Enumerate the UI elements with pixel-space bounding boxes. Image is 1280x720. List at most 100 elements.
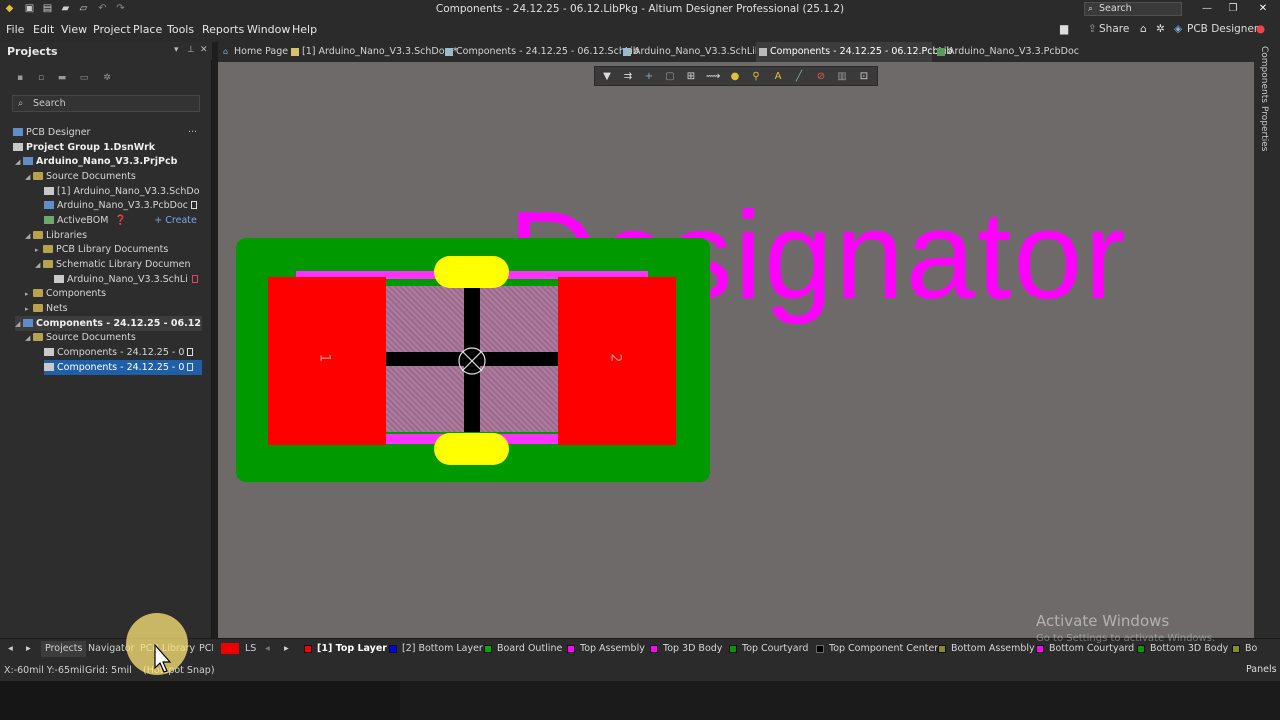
global-search-input[interactable]: ⌕ Search (1084, 2, 1182, 16)
dimension-icon[interactable]: ▥ (835, 70, 849, 83)
tree-item-libraries[interactable]: ◢ Libraries (25, 228, 205, 243)
string-icon[interactable]: A (771, 70, 785, 83)
layer-tab-board-outline[interactable]: Board Outline (484, 643, 562, 655)
panel-tab-pcb[interactable]: PCB (195, 641, 213, 657)
tree-item-workspace[interactable]: PCB Designer ··· (13, 125, 203, 140)
save-project-icon[interactable]: ▪ (14, 73, 26, 83)
layer-set-button[interactable]: LS (245, 642, 256, 656)
current-layer-swatch[interactable] (221, 643, 239, 654)
properties-panel-tab[interactable]: Properties (1259, 106, 1269, 151)
tree-item-activebom[interactable]: ActiveBOM ❓ + Create (44, 213, 204, 228)
3d-body-icon[interactable]: ⊡ (857, 70, 871, 83)
layer-tab-bottom-layer[interactable]: [2] Bottom Layer (389, 643, 483, 655)
pin-icon[interactable]: ⊥ (187, 45, 195, 55)
menu-tools[interactable]: Tools (167, 23, 194, 36)
share-button[interactable]: Share (1099, 23, 1129, 35)
yellow-mark-top[interactable] (434, 256, 509, 288)
tab-comp-schlib[interactable]: Components - 24.12.25 - 06.12.SchLib (442, 42, 639, 62)
collapse-icon[interactable]: ◢ (15, 155, 23, 169)
route-icon[interactable]: ⟿ (706, 70, 720, 83)
pcb-canvas[interactable]: ▼ ⇉ + ▢ ⊞ ⟿ ● ⚲ A ╱ ⊘ ▥ ⊡ Designator 1 2 (218, 62, 1254, 638)
layer-tab-top-assembly[interactable]: Top Assembly (567, 643, 645, 655)
scroll-right-icon[interactable]: ▸ (26, 642, 31, 656)
snap-icon[interactable]: ⇉ (621, 70, 635, 83)
menu-file[interactable]: File (6, 23, 24, 36)
menu-help[interactable]: Help (292, 23, 317, 36)
close-button[interactable]: ✕ (1252, 2, 1274, 16)
tree-item-nets[interactable]: ▸ Nets (25, 301, 205, 316)
menu-view[interactable]: View (61, 23, 87, 36)
tab-arduino-schlib[interactable]: Arduino_Nano_V3.3.SchLib * (620, 42, 769, 62)
expand-icon[interactable]: ▸ (25, 302, 33, 316)
chat-icon[interactable]: ▆ (1060, 23, 1068, 35)
open-icon[interactable]: ▬ (56, 73, 68, 83)
layer-tab-top-layer[interactable]: [1] Top Layer (304, 643, 387, 655)
more-icon[interactable]: ··· (188, 125, 197, 140)
tree-item-libpkg[interactable]: ◢ Components - 24.12.25 - 06.12 (15, 316, 202, 331)
workspace-label[interactable]: PCB Designer (1187, 23, 1258, 35)
layer-tab-overflow[interactable]: Bo (1232, 643, 1258, 655)
panel-close-icon[interactable]: ✕ (200, 45, 208, 55)
minimize-button[interactable]: — (1196, 2, 1218, 16)
keepout-icon[interactable]: ⊘ (814, 70, 828, 83)
collapse-icon[interactable]: ◢ (15, 317, 23, 331)
layer-tab-bottom-courtyard[interactable]: Bottom Courtyard (1036, 643, 1134, 655)
tree-item-source-documents[interactable]: ◢ Source Documents (25, 169, 205, 184)
tree-item-source-documents-2[interactable]: ◢ Source Documents (25, 330, 205, 345)
filter-icon[interactable]: ▼ (600, 70, 614, 83)
panels-button[interactable]: Panels (1246, 664, 1277, 675)
tab-schdoc[interactable]: [1] Arduino_Nano_V3.3.SchDoc * (288, 42, 458, 62)
create-link[interactable]: + Create (154, 215, 197, 226)
layer-tab-bottom-3d-body[interactable]: Bottom 3D Body (1137, 643, 1228, 655)
components-panel-tab[interactable]: Components (1259, 46, 1269, 103)
tree-item-schdoc[interactable]: [1] Arduino_Nano_V3.3.SchDo (44, 184, 204, 199)
menu-project[interactable]: Project (93, 23, 131, 36)
panel-menu-icon[interactable]: ▾ (174, 45, 179, 55)
tab-pcbdoc[interactable]: Arduino_Nano_V3.3.PcbDoc (934, 42, 1079, 62)
home-icon[interactable]: ⌂ (1140, 23, 1147, 35)
tree-item-comp-pcblib[interactable]: Components - 24.12.25 - 0 (44, 360, 202, 375)
yellow-mark-bottom[interactable] (434, 433, 509, 465)
collapse-icon[interactable]: ◢ (35, 258, 43, 272)
menu-window[interactable]: Window (247, 23, 290, 36)
tree-item-pcbdoc[interactable]: Arduino_Nano_V3.3.PcbDoc (44, 198, 204, 213)
panel-tab-projects[interactable]: Projects (41, 641, 87, 657)
via-icon[interactable]: ⚲ (749, 70, 763, 83)
select-rect-icon[interactable]: ▢ (663, 70, 677, 83)
layer-tab-top-3d-body[interactable]: Top 3D Body (650, 643, 722, 655)
tree-item-components[interactable]: ▸ Components (25, 286, 205, 301)
tree-item-schematic-library-documents[interactable]: ◢ Schematic Library Documen (35, 257, 205, 272)
projects-search-input[interactable]: ⌕ Search (12, 95, 200, 112)
collapse-icon[interactable]: ◢ (25, 170, 33, 184)
crosshair-icon[interactable]: + (642, 70, 656, 83)
expand-icon[interactable]: ▸ (25, 287, 33, 301)
settings-icon[interactable]: ✲ (101, 73, 113, 83)
expand-icon[interactable]: ▸ (35, 243, 43, 257)
menu-place[interactable]: Place (133, 23, 162, 36)
tree-item-pcb-library-documents[interactable]: ▸ PCB Library Documents (35, 242, 205, 257)
align-icon[interactable]: ⊞ (684, 70, 698, 83)
scroll-left-icon[interactable]: ◂ (8, 642, 13, 656)
tab-home-page[interactable]: ⌂ Home Page (220, 42, 288, 62)
collapse-icon[interactable]: ◢ (25, 331, 33, 345)
gear-icon[interactable]: ✲ (1156, 23, 1165, 35)
tab-comp-pcblib[interactable]: Components - 24.12.25 - 06.12.PcbLib (756, 42, 953, 62)
add-icon[interactable]: ▭ (78, 73, 90, 83)
tree-item-schlib[interactable]: Arduino_Nano_V3.3.SchLi (54, 272, 204, 287)
layer-scroll-right-icon[interactable]: ▸ (284, 642, 289, 656)
menu-reports[interactable]: Reports (202, 23, 244, 36)
layer-tab-bottom-assembly[interactable]: Bottom Assembly (938, 643, 1035, 655)
maximize-button[interactable]: ❐ (1222, 2, 1244, 16)
line-icon[interactable]: ╱ (792, 70, 806, 83)
compile-icon[interactable]: ▫ (35, 73, 47, 83)
menu-edit[interactable]: Edit (33, 23, 54, 36)
tree-item-project-group[interactable]: Project Group 1.DsnWrk (13, 140, 203, 155)
collapse-icon[interactable]: ◢ (25, 229, 33, 243)
user-avatar-icon[interactable]: ● (1256, 23, 1265, 35)
layer-tab-top-courtyard[interactable]: Top Courtyard (729, 643, 808, 655)
layer-tab-top-component-center[interactable]: Top Component Center (816, 643, 938, 655)
layer-scroll-left-icon[interactable]: ◂ (265, 642, 270, 656)
tree-item-project[interactable]: ◢ Arduino_Nano_V3.3.PrjPcb (15, 154, 205, 169)
tree-item-comp-schlib[interactable]: Components - 24.12.25 - 0 (44, 345, 202, 360)
pad-icon[interactable]: ● (728, 70, 742, 83)
